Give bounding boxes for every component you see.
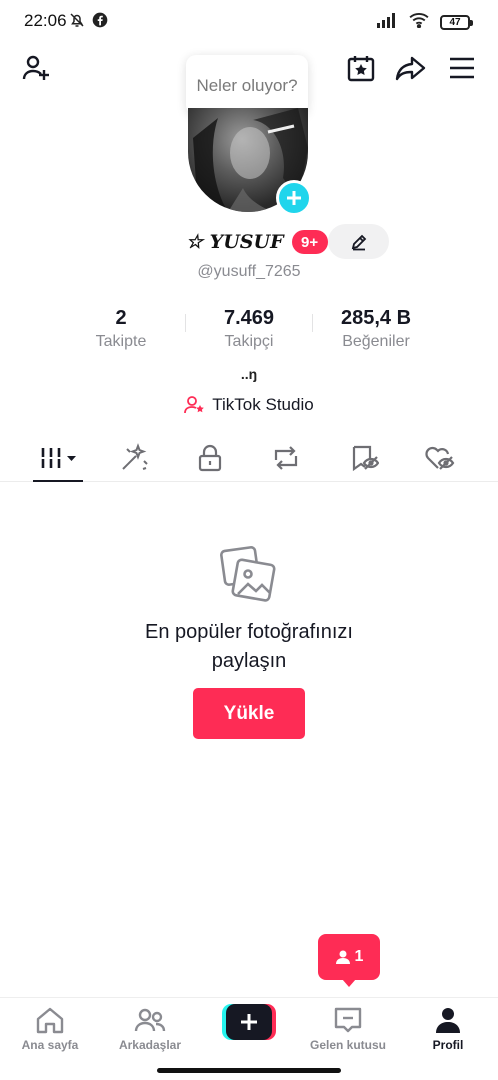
pencil-icon: [351, 234, 366, 250]
name-row: ☆ YUSUF 9+: [186, 226, 328, 258]
lock-icon: [198, 444, 222, 472]
bio: ..ŋ: [240, 366, 258, 382]
share-profile-button[interactable]: [395, 52, 427, 84]
create-button[interactable]: [222, 1004, 276, 1040]
nav-inbox[interactable]: Gelen kutusu: [300, 1006, 396, 1052]
status-bar: 22:06 47: [0, 0, 498, 44]
photo-icon: [218, 544, 278, 604]
new-follower-bubble[interactable]: 1: [318, 934, 380, 987]
empty-state-text: En popüler fotoğrafınızı paylaşın: [145, 621, 353, 672]
grid-dropdown-icon: [39, 448, 76, 468]
tab-private[interactable]: [180, 436, 240, 480]
add-user-icon: [22, 55, 49, 80]
edit-profile-button[interactable]: [328, 224, 389, 259]
stat-value: 7.469: [223, 307, 275, 329]
stat-value: 2: [115, 307, 127, 329]
tab-reposts[interactable]: [256, 436, 316, 480]
stat-value: 285,4 B: [340, 307, 412, 329]
bookmark-hidden-icon: [352, 445, 379, 472]
nav-label: Ana sayfa: [21, 1038, 79, 1052]
add-friend-button[interactable]: [20, 52, 52, 84]
upload-button[interactable]: Yükle: [193, 688, 305, 739]
battery-icon: 47: [440, 15, 473, 30]
studio-label: TikTok Studio: [212, 395, 314, 414]
status-time: 22:06: [24, 11, 67, 30]
tab-effects[interactable]: [104, 436, 164, 480]
magic-wand-icon: [122, 443, 148, 470]
tiktok-studio-link[interactable]: TikTok Studio: [0, 395, 498, 415]
repost-icon: [274, 446, 298, 470]
heart-hidden-icon: [425, 446, 455, 470]
nav-label: Profil: [432, 1038, 464, 1052]
stat-likes[interactable]: 285,4 B Beğeniler: [311, 306, 441, 351]
nav-label: Gelen kutusu: [309, 1038, 386, 1052]
calendar-button[interactable]: [345, 52, 377, 84]
menu-button[interactable]: [446, 52, 478, 84]
share-icon: [395, 56, 426, 81]
display-name: ☆ YUSUF: [186, 231, 284, 253]
add-avatar-button[interactable]: [276, 180, 312, 216]
stat-label: Takipte: [95, 333, 147, 350]
stat-followers[interactable]: 7.469 Takipçi: [184, 306, 314, 351]
tab-liked[interactable]: [410, 436, 470, 480]
battery-level: 47: [449, 17, 461, 28]
plus-icon: [241, 1014, 257, 1030]
stat-label: Takipçi: [224, 333, 274, 350]
nav-profile[interactable]: Profil: [400, 1006, 496, 1052]
profile-icon: [436, 1008, 460, 1033]
empty-state-title: En popüler fotoğrafınızı paylaşın: [0, 618, 498, 676]
nav-home[interactable]: Ana sayfa: [2, 1006, 98, 1052]
inbox-icon: [334, 1007, 362, 1033]
wifi-icon: [408, 12, 430, 33]
friends-icon: [134, 1008, 166, 1032]
status-prompt-bubble[interactable]: Neler oluyor?: [186, 55, 308, 115]
home-icon: [36, 1007, 64, 1034]
bell-off-icon: [68, 11, 86, 34]
stat-following[interactable]: 2 Takipte: [56, 306, 186, 351]
content-tabs: [0, 436, 498, 482]
create-button-face: [226, 1004, 272, 1040]
nav-label: Arkadaşlar: [118, 1038, 182, 1052]
signal-icon: [376, 12, 398, 33]
tab-favorites[interactable]: [334, 436, 394, 480]
active-tab-indicator: [33, 480, 83, 482]
home-indicator: [157, 1068, 341, 1073]
plus-icon: [287, 191, 301, 205]
notification-badge[interactable]: 9+: [291, 230, 328, 254]
calendar-star-icon: [347, 56, 375, 82]
status-left-icons: [68, 11, 108, 34]
stat-label: Beğeniler: [342, 333, 410, 350]
username: @yusuff_7265: [197, 263, 301, 280]
nav-friends[interactable]: Arkadaşlar: [102, 1006, 198, 1052]
tab-videos[interactable]: [28, 436, 88, 480]
hamburger-menu-icon: [450, 57, 474, 79]
studio-icon: [184, 396, 205, 414]
status-right-icons: 47: [376, 12, 473, 33]
new-follower-count: 1: [354, 948, 364, 965]
status-prompt-text: Neler oluyor?: [196, 75, 298, 95]
person-icon: [335, 950, 350, 964]
facebook-icon: [92, 12, 108, 33]
